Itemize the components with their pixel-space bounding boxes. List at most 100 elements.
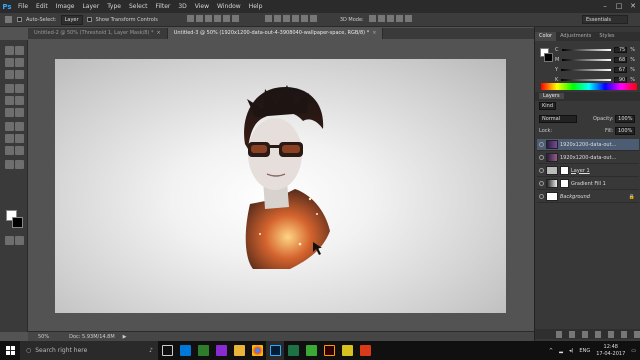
fill-input[interactable]: 100% bbox=[614, 127, 636, 135]
link-layers-icon[interactable] bbox=[556, 330, 562, 338]
distribute-5-icon[interactable] bbox=[300, 15, 308, 22]
y-value[interactable]: 67 bbox=[613, 66, 628, 73]
3d-roll-icon[interactable] bbox=[377, 15, 385, 22]
layer-row[interactable]: Layer 1 bbox=[537, 165, 639, 177]
transform-controls-checkbox[interactable] bbox=[86, 17, 92, 22]
new-layer-icon[interactable] bbox=[621, 330, 627, 338]
blend-mode[interactable]: Normal bbox=[539, 115, 578, 123]
k-track[interactable] bbox=[561, 78, 611, 81]
tab-adjustments[interactable]: Adjustments bbox=[556, 32, 595, 41]
tab-styles[interactable]: Styles bbox=[595, 32, 618, 41]
color-spectrum[interactable] bbox=[541, 83, 637, 90]
hand-tool-icon[interactable] bbox=[5, 160, 14, 169]
brush-tool-icon[interactable] bbox=[15, 84, 24, 93]
menu-layer[interactable]: Layer bbox=[78, 3, 103, 10]
crop-tool-icon[interactable] bbox=[5, 70, 14, 79]
layer-mask-thumbnail[interactable] bbox=[560, 179, 569, 188]
clock[interactable]: 12:48 17-04-2017 bbox=[596, 344, 625, 358]
taskbar-app-store[interactable] bbox=[176, 341, 194, 360]
layer-row[interactable]: 1920x1200-data-out... bbox=[537, 152, 639, 164]
healing-tool-icon[interactable] bbox=[5, 84, 14, 93]
close-icon[interactable]: × bbox=[157, 30, 161, 36]
pen-tool-icon[interactable] bbox=[5, 134, 14, 143]
layer-mask-thumbnail[interactable] bbox=[560, 166, 569, 175]
slider-c[interactable]: C 75 % bbox=[555, 46, 635, 53]
tab-layers[interactable]: Layers bbox=[539, 93, 564, 99]
eraser-tool-icon[interactable] bbox=[5, 108, 14, 117]
menu-type[interactable]: Type bbox=[103, 3, 125, 10]
add-mask-icon[interactable] bbox=[582, 330, 588, 338]
taskbar-app-chrome[interactable] bbox=[248, 341, 266, 360]
taskbar-app-photoshop[interactable] bbox=[266, 341, 284, 360]
clone-stamp-tool-icon[interactable] bbox=[5, 96, 14, 105]
auto-select-target-dropdown[interactable]: Layer bbox=[60, 14, 83, 25]
menu-select[interactable]: Select bbox=[125, 3, 152, 10]
opacity-input[interactable]: 100% bbox=[615, 115, 636, 123]
zoom-tool-icon[interactable] bbox=[15, 160, 24, 169]
dodge-tool-icon[interactable] bbox=[15, 122, 24, 131]
type-tool-icon[interactable] bbox=[15, 134, 24, 143]
distribute-4-icon[interactable] bbox=[291, 15, 299, 22]
move-tool-preset-icon[interactable] bbox=[5, 16, 12, 23]
slider-k[interactable]: K 90 % bbox=[555, 76, 635, 83]
3d-pan-icon[interactable] bbox=[386, 15, 394, 22]
start-button[interactable] bbox=[0, 341, 20, 360]
status-arrow-icon[interactable]: ▶ bbox=[123, 334, 127, 340]
eyedropper-tool-icon[interactable] bbox=[15, 70, 24, 79]
taskbar-search[interactable]: ○ Search right here ♪ bbox=[20, 341, 158, 360]
document-canvas[interactable] bbox=[55, 59, 506, 313]
quick-mask-icon[interactable] bbox=[5, 236, 14, 245]
blend-mode-dropdown[interactable]: Normal bbox=[539, 115, 578, 123]
layer-row[interactable]: Gradient Fill 1 bbox=[537, 178, 639, 190]
layer-row[interactable]: Background 🔒 bbox=[537, 191, 639, 203]
distribute-6-icon[interactable] bbox=[309, 15, 317, 22]
slider-y[interactable]: Y 67 % bbox=[555, 66, 635, 73]
task-view-button[interactable] bbox=[158, 341, 176, 360]
trash-icon[interactable] bbox=[634, 330, 640, 338]
workspace-dropdown[interactable]: Essentials bbox=[582, 15, 628, 24]
tab-untitled-2[interactable]: Untitled-2 @ 50% (Threshold 1, Layer Mas… bbox=[28, 28, 168, 39]
path-select-tool-icon[interactable] bbox=[5, 146, 14, 155]
doc-info[interactable]: Doc: 5.93M/14.8M bbox=[69, 334, 115, 340]
maximize-button[interactable]: □ bbox=[612, 0, 626, 13]
layer-filter[interactable]: Kind bbox=[539, 102, 557, 110]
lasso-tool-icon[interactable] bbox=[5, 58, 14, 67]
background-color-swatch[interactable] bbox=[12, 217, 23, 228]
slider-m[interactable]: M 68 % bbox=[555, 56, 635, 63]
c-value[interactable]: 75 bbox=[613, 46, 628, 53]
taskbar-app-screencast[interactable] bbox=[356, 341, 374, 360]
shape-tool-icon[interactable] bbox=[15, 146, 24, 155]
align-left-icon[interactable] bbox=[213, 15, 221, 22]
tab-color[interactable]: Color bbox=[535, 32, 557, 41]
menu-filter[interactable]: Filter bbox=[152, 3, 175, 10]
3d-rotate-icon[interactable] bbox=[368, 15, 376, 22]
3d-slide-icon[interactable] bbox=[395, 15, 403, 22]
filter-kind-dropdown[interactable]: Kind bbox=[539, 102, 557, 110]
align-middle-icon[interactable] bbox=[195, 15, 203, 22]
align-center-icon[interactable] bbox=[222, 15, 230, 22]
menu-view[interactable]: View bbox=[191, 3, 213, 10]
gradient-tool-icon[interactable] bbox=[15, 108, 24, 117]
move-tool-icon[interactable] bbox=[5, 46, 14, 55]
marquee-tool-icon[interactable] bbox=[15, 46, 24, 55]
screen-mode-icon[interactable] bbox=[15, 236, 24, 245]
notifications-icon[interactable]: ▭ bbox=[631, 348, 636, 354]
input-language[interactable]: ENG bbox=[579, 348, 590, 354]
menu-help[interactable]: Help bbox=[245, 3, 267, 10]
zoom-level[interactable]: 50% bbox=[38, 334, 49, 340]
menu-file[interactable]: File bbox=[14, 3, 32, 10]
visibility-icon[interactable] bbox=[539, 168, 544, 173]
m-value[interactable]: 68 bbox=[613, 56, 628, 63]
layer-row[interactable]: 1920x1200-data-out... bbox=[537, 139, 639, 151]
adjustment-layer-icon[interactable] bbox=[595, 330, 601, 338]
align-bottom-icon[interactable] bbox=[204, 15, 212, 22]
close-button[interactable]: ✕ bbox=[626, 0, 640, 13]
layer-name[interactable]: 1920x1200-data-out... bbox=[560, 142, 616, 148]
taskbar-app-excel[interactable] bbox=[284, 341, 302, 360]
network-icon[interactable]: ▂ bbox=[559, 348, 563, 354]
visibility-icon[interactable] bbox=[539, 142, 544, 147]
minimize-button[interactable]: – bbox=[598, 0, 612, 13]
y-track[interactable] bbox=[561, 68, 611, 71]
taskbar-app-camtasia[interactable] bbox=[302, 341, 320, 360]
taskbar-app-illustrator[interactable] bbox=[320, 341, 338, 360]
